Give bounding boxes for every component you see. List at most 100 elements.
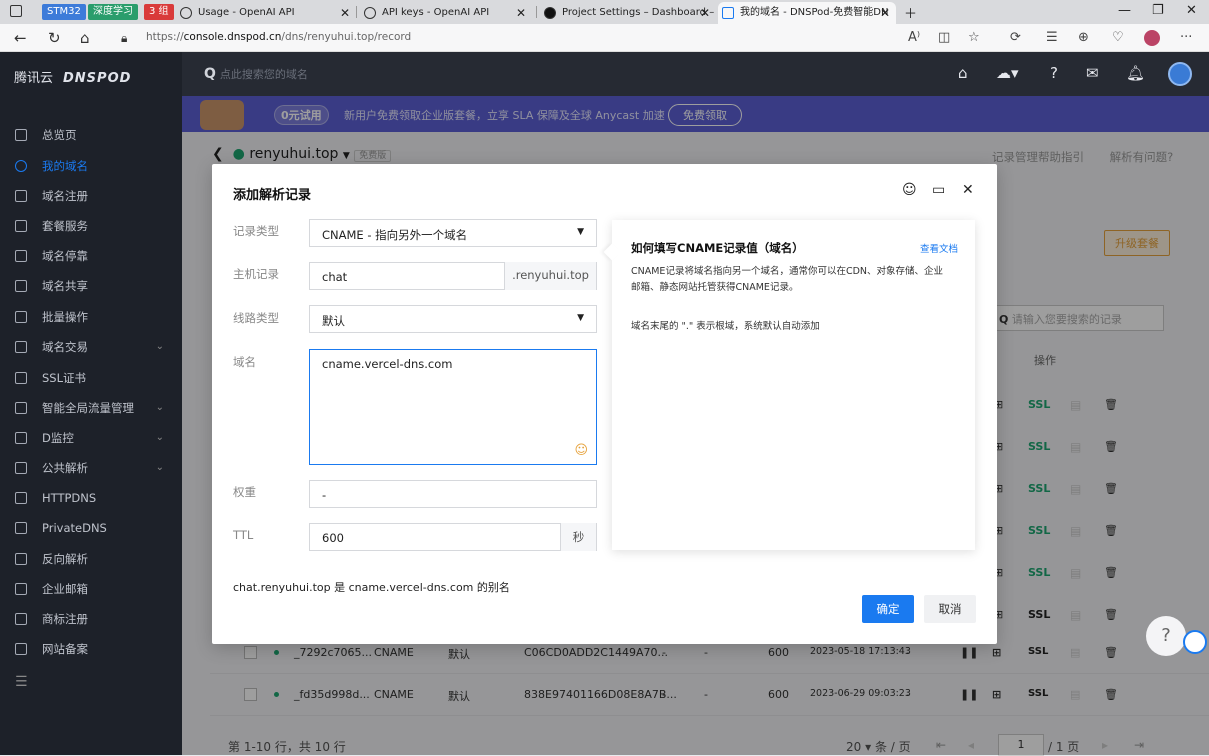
tab-group-3[interactable]: 3 组: [144, 4, 174, 20]
domain-search[interactable]: Q 点此搜索您的域名: [204, 66, 308, 82]
window-menu-icon[interactable]: [10, 5, 22, 17]
panel-arrow: [603, 243, 621, 261]
domain-share-icon: [15, 280, 27, 292]
overview-icon: [15, 129, 27, 141]
record-value-textarea[interactable]: cname.vercel-dns.com ☺: [309, 349, 597, 465]
sidebar-item-label: PrivateDNS: [42, 521, 107, 535]
profile-icon[interactable]: [1144, 30, 1160, 46]
tab-group-deep-learning[interactable]: 深度学习: [88, 4, 138, 20]
sidebar-item-icp-filing[interactable]: 网站备案: [0, 634, 182, 664]
close-tab-icon[interactable]: ✕: [700, 2, 710, 24]
line-type-value: 默认: [322, 314, 345, 328]
weight-input[interactable]: -: [309, 480, 597, 508]
close-icon[interactable]: ✕: [962, 182, 974, 198]
url-field[interactable]: https://console.dnspod.cn/dns/renyuhui.t…: [146, 31, 411, 43]
sidebar-item-trademark[interactable]: 商标注册: [0, 604, 182, 634]
lock-icon: 🔒︎: [121, 31, 128, 45]
favorite-icon[interactable]: ☆: [968, 30, 980, 45]
tab-project-settings[interactable]: Project Settings – Dashboard – V ✕: [540, 2, 716, 24]
cancel-button[interactable]: 取消: [924, 595, 976, 623]
reader-icon[interactable]: ◫: [938, 30, 950, 45]
view-docs-link[interactable]: 查看文档: [920, 241, 958, 255]
tab-group-stm32[interactable]: STM32: [42, 4, 86, 20]
sidebar-item-privatedns[interactable]: PrivateDNS: [0, 513, 182, 543]
sidebar-item-ssl-cert[interactable]: SSL证书: [0, 363, 182, 393]
favorites-bar-icon[interactable]: ☰: [1046, 30, 1058, 45]
dialog-title: 添加解析记录: [233, 188, 312, 203]
sidebar-item-domain-register[interactable]: 域名注册: [0, 181, 182, 211]
cloud-menu-icon[interactable]: ☁▾: [996, 64, 1019, 82]
collections-icon[interactable]: ⊕: [1078, 30, 1089, 45]
confirm-button[interactable]: 确定: [862, 595, 914, 623]
sidebar-item-label: HTTPDNS: [42, 491, 97, 505]
close-tab-icon[interactable]: ✕: [516, 2, 526, 24]
sidebar-item-plan-service[interactable]: 套餐服务: [0, 211, 182, 241]
new-tab-icon[interactable]: ＋: [904, 3, 917, 22]
chevron-down-icon[interactable]: ⌄: [156, 332, 164, 362]
sidebar-item-label: 域名交易: [42, 340, 88, 354]
wechat-icon[interactable]: ✉: [1086, 64, 1099, 82]
close-tab-icon[interactable]: ✕: [340, 2, 350, 24]
window-close-icon[interactable]: ✕: [1186, 3, 1197, 18]
sidebar-item-reverse-dns[interactable]: 反向解析: [0, 544, 182, 574]
sidebar-item-global-traffic[interactable]: 智能全局流量管理 ⌄: [0, 393, 182, 423]
line-type-select[interactable]: 默认 ▼: [309, 305, 597, 333]
search-icon: Q: [204, 66, 216, 82]
tab-title: Usage - OpenAI API: [198, 7, 295, 18]
tab-usage-openai[interactable]: Usage - OpenAI API ✕: [176, 2, 356, 24]
line-type-label: 线路类型: [233, 311, 279, 325]
record-type-select[interactable]: CNAME - 指向另外一个域名 ▼: [309, 219, 597, 247]
sidebar-item-domain-parking[interactable]: 域名停靠: [0, 241, 182, 271]
host-input[interactable]: chat .renyuhui.top: [309, 262, 597, 290]
tab-api-keys[interactable]: API keys - OpenAI API ✕: [360, 2, 532, 24]
sidebar-item-domain-trade[interactable]: 域名交易 ⌄: [0, 332, 182, 362]
tab-dnspod[interactable]: 我的域名 - DNSPod-免费智能DN ✕: [718, 2, 896, 24]
ttl-input[interactable]: 600 秒: [309, 523, 597, 551]
assistant-icon[interactable]: ☺: [574, 443, 588, 458]
notification-bell-icon[interactable]: 🔔︎: [1126, 64, 1145, 82]
sidebar-item-domain-share[interactable]: 域名共享: [0, 271, 182, 301]
sidebar-item-my-domains[interactable]: 我的域名: [0, 151, 182, 181]
host-suffix: .renyuhui.top: [504, 262, 596, 290]
user-avatar[interactable]: [1168, 62, 1192, 86]
sidebar-item-label: 套餐服务: [42, 219, 88, 233]
add-record-dialog: 添加解析记录 ☺ ▭ ✕ 记录类型 CNAME - 指向另外一个域名 ▼ 主机记录…: [212, 164, 997, 644]
openai-icon: [180, 7, 192, 19]
home-icon[interactable]: ⌂: [80, 29, 90, 47]
back-icon[interactable]: ←: [14, 29, 27, 47]
sidebar-item-d-monitor[interactable]: D监控 ⌄: [0, 423, 182, 453]
chevron-down-icon[interactable]: ⌄: [156, 453, 164, 483]
sidebar-item-label: 网站备案: [42, 642, 88, 656]
performance-icon[interactable]: ♡: [1112, 30, 1124, 45]
restore-icon[interactable]: ❐: [1152, 3, 1164, 18]
assistant-float-icon[interactable]: [1183, 630, 1207, 654]
sidebar-item-label: 域名停靠: [42, 249, 88, 263]
help-icon[interactable]: ?: [1050, 64, 1058, 82]
sidebar-item-label: D监控: [42, 431, 74, 445]
feedback-icon[interactable]: ☺: [902, 182, 917, 198]
chevron-down-icon[interactable]: ⌄: [156, 423, 164, 453]
sidebar-item-httpdns[interactable]: HTTPDNS: [0, 483, 182, 513]
refresh-icon[interactable]: ↻: [48, 29, 61, 47]
record-value-label: 域名: [233, 355, 256, 369]
sidebar-item-batch-ops[interactable]: 批量操作: [0, 302, 182, 332]
sidebar-item-enterprise-mail[interactable]: 企业邮箱: [0, 574, 182, 604]
collapse-sidebar-icon[interactable]: ☰: [15, 674, 28, 690]
chevron-down-icon[interactable]: ⌄: [156, 393, 164, 423]
minimize-icon[interactable]: —: [1118, 3, 1131, 18]
minimize-dialog-icon[interactable]: ▭: [932, 182, 945, 198]
more-icon[interactable]: ···: [1180, 30, 1192, 45]
close-tab-icon[interactable]: ✕: [880, 2, 890, 24]
weight-value: -: [322, 488, 327, 502]
extensions-icon[interactable]: ⟳: [1010, 30, 1021, 45]
help-float-icon[interactable]: ?: [1146, 616, 1186, 656]
sidebar-item-overview[interactable]: 总览页: [0, 120, 182, 150]
home-nav-icon[interactable]: ⌂: [958, 64, 968, 82]
read-aloud-icon[interactable]: A⁾: [908, 30, 920, 45]
help-body: CNAME记录将域名指向另一个域名，通常你可以在CDN、对象存储、企业邮箱、静态…: [631, 266, 943, 293]
logo[interactable]: 腾讯云 DNSPOD: [14, 67, 131, 86]
ttl-value: 600: [322, 531, 344, 545]
sidebar-item-public-dns[interactable]: 公共解析 ⌄: [0, 453, 182, 483]
d-monitor-icon: [15, 432, 27, 444]
logo-dnspod: DNSPOD: [63, 71, 132, 86]
